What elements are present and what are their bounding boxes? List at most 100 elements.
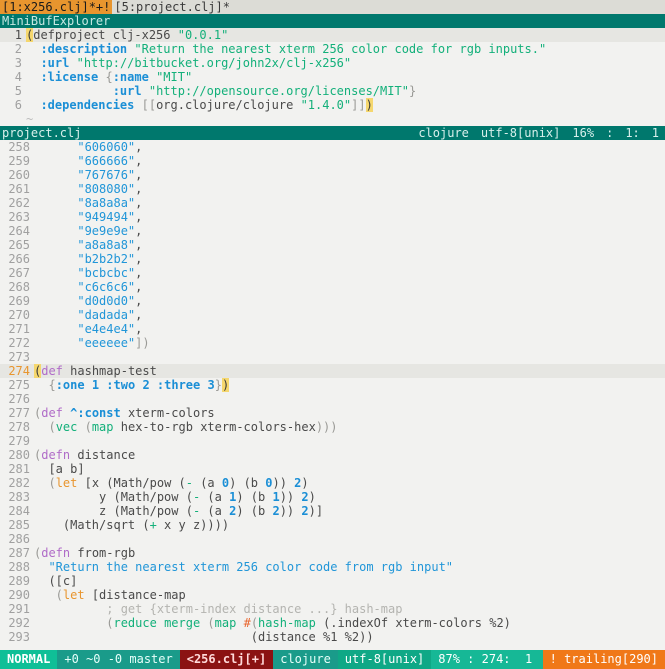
code-line[interactable]: 273	[0, 350, 665, 364]
code-line[interactable]: 271 "e4e4e4",	[0, 322, 665, 336]
code-line[interactable]: 261 "808080",	[0, 182, 665, 196]
code-token: 1	[91, 378, 100, 392]
code-line[interactable]: 286	[0, 532, 665, 546]
line-number: 293	[8, 630, 30, 644]
code-line[interactable]: 280 (defn distance	[0, 448, 665, 462]
line-number: 261	[8, 182, 30, 196]
code-line[interactable]: 283 y (Math/pow (- (a 1) (b 1)) 2)	[0, 490, 665, 504]
code-token: #	[243, 616, 251, 630]
code-line[interactable]: 279	[0, 434, 665, 448]
code-token: +	[149, 518, 157, 532]
code-token: [a b]	[34, 462, 85, 476]
code-line[interactable]: 260 "767676",	[0, 168, 665, 182]
code-token: ))	[272, 476, 295, 490]
code-line[interactable]: 2 :description "Return the nearest xterm…	[0, 42, 665, 56]
code-text: "9e9e9e",	[34, 224, 665, 238]
code-line[interactable]: 6 :dependencies [[org.clojure/clojure "1…	[0, 98, 665, 112]
code-text: "d0d0d0",	[34, 294, 665, 308]
code-line[interactable]: 4 :license {:name "MIT"	[0, 70, 665, 84]
code-text: "c6c6c6",	[34, 280, 665, 294]
code-line[interactable]: 276	[0, 392, 665, 406]
tab-1[interactable]: [5:project.clj]*	[112, 0, 232, 14]
code-line[interactable]: 293 (distance %1 %2))	[0, 630, 665, 644]
code-line[interactable]: 285 (Math/sqrt (+ x y z))))	[0, 518, 665, 532]
top-editor-pane[interactable]: 1 (defproject clj-x256 "0.0.1" 2 :descript…	[0, 28, 665, 126]
line-number: 259	[8, 154, 30, 168]
code-token: ,	[135, 322, 143, 336]
code-line[interactable]: 281 [a b]	[0, 462, 665, 476]
main-editor-pane[interactable]: 258 "606060", 259 "666666", 260 "767676", 2…	[0, 140, 665, 644]
code-line[interactable]: 275 {:one 1 :two 2 :three 3})	[0, 378, 665, 392]
top-statusline-separator: :	[606, 126, 614, 140]
code-line[interactable]: 1 (defproject clj-x256 "0.0.1"	[0, 28, 665, 42]
tabline[interactable]: [1:x256.clj]*+! [5:project.clj]*	[0, 0, 665, 14]
code-line[interactable]: 282 (let [x (Math/pow (- (a 0) (b 0)) 2)	[0, 476, 665, 490]
code-text: "949494",	[34, 210, 665, 224]
code-line[interactable]: 290 (let [distance-map	[0, 588, 665, 602]
code-text: (reduce merge (map #(hash-map (.indexOf …	[34, 616, 665, 630]
code-token: distance	[70, 448, 136, 462]
code-token: ,	[135, 224, 143, 238]
code-line[interactable]: 263 "949494",	[0, 210, 665, 224]
code-line[interactable]: 259 "666666",	[0, 154, 665, 168]
code-line[interactable]: 258 "606060",	[0, 140, 665, 154]
code-line[interactable]: 291 ; get {xterm-index distance ...} has…	[0, 602, 665, 616]
code-line[interactable]: 262 "8a8a8a",	[0, 196, 665, 210]
code-line[interactable]: 265 "a8a8a8",	[0, 238, 665, 252]
code-line[interactable]: 287 (defn from-rgb	[0, 546, 665, 560]
top-statusline-line: 1:	[625, 126, 640, 140]
tabline-filler	[231, 0, 665, 14]
code-line[interactable]: 292 (reduce merge (map #(hash-map (.inde…	[0, 616, 665, 630]
top-statusline-col: 1	[651, 126, 659, 140]
code-line[interactable]: 5 :url "http://opensource.org/licenses/M…	[0, 84, 665, 98]
line-number: 292	[8, 616, 30, 630]
code-line[interactable]: 3 :url "http://bitbucket.org/john2x/clj-…	[0, 56, 665, 70]
code-line[interactable]: 270 "dadada",	[0, 308, 665, 322]
code-line[interactable]: 289 ([c]	[0, 574, 665, 588]
code-token: (a	[192, 476, 222, 490]
code-line[interactable]: ~	[0, 112, 665, 126]
code-line[interactable]: 272 "eeeeee"])	[0, 336, 665, 350]
top-statusline-filetype: clojure	[418, 126, 469, 140]
code-token: 1	[272, 490, 280, 504]
code-token: let	[55, 476, 78, 490]
code-token: :one	[55, 378, 85, 392]
code-token: ,	[135, 308, 143, 322]
code-token: :url	[112, 84, 142, 98]
code-token: ) (b	[236, 504, 273, 518]
code-line[interactable]: 267 "bcbcbc",	[0, 266, 665, 280]
tab-0[interactable]: [1:x256.clj]*+!	[0, 0, 113, 14]
code-token: vec	[55, 420, 78, 434]
code-text: (def ^:const xterm-colors	[34, 406, 665, 420]
code-line[interactable]: 266 "b2b2b2",	[0, 252, 665, 266]
line-number: 4	[14, 70, 22, 84]
code-line[interactable]: 269 "d0d0d0",	[0, 294, 665, 308]
code-line[interactable]: 274 (def hashmap-test	[0, 364, 665, 378]
line-number: 289	[8, 574, 30, 588]
code-line[interactable]: 277 (def ^:const xterm-colors	[0, 406, 665, 420]
code-token: 3	[207, 378, 215, 392]
line-number: 281	[8, 462, 30, 476]
code-line[interactable]: 284 z (Math/pow (- (a 2) (b 2)) 2)]	[0, 504, 665, 518]
code-line[interactable]: 278 (vec (map hex-to-rgb xterm-colors-he…	[0, 420, 665, 434]
line-number: 1	[14, 28, 22, 42]
code-token: )	[308, 490, 316, 504]
line-number: 287	[8, 546, 30, 560]
code-line[interactable]: 264 "9e9e9e",	[0, 224, 665, 238]
code-line[interactable]: 288 "Return the nearest xterm 256 color …	[0, 560, 665, 574]
code-token: ,	[135, 280, 143, 294]
code-line[interactable]: 268 "c6c6c6",	[0, 280, 665, 294]
code-text: :url "http://opensource.org/licenses/MIT…	[26, 84, 665, 98]
code-token: [x (Math/pow (	[77, 476, 186, 490]
code-token: "9e9e9e"	[77, 224, 136, 238]
code-token: "Return the nearest xterm 256 color code…	[134, 42, 547, 56]
code-token: :two	[106, 378, 136, 392]
code-token: hashmap-test	[62, 364, 157, 378]
code-token: ])	[135, 336, 150, 350]
code-text: "b2b2b2",	[34, 252, 665, 266]
